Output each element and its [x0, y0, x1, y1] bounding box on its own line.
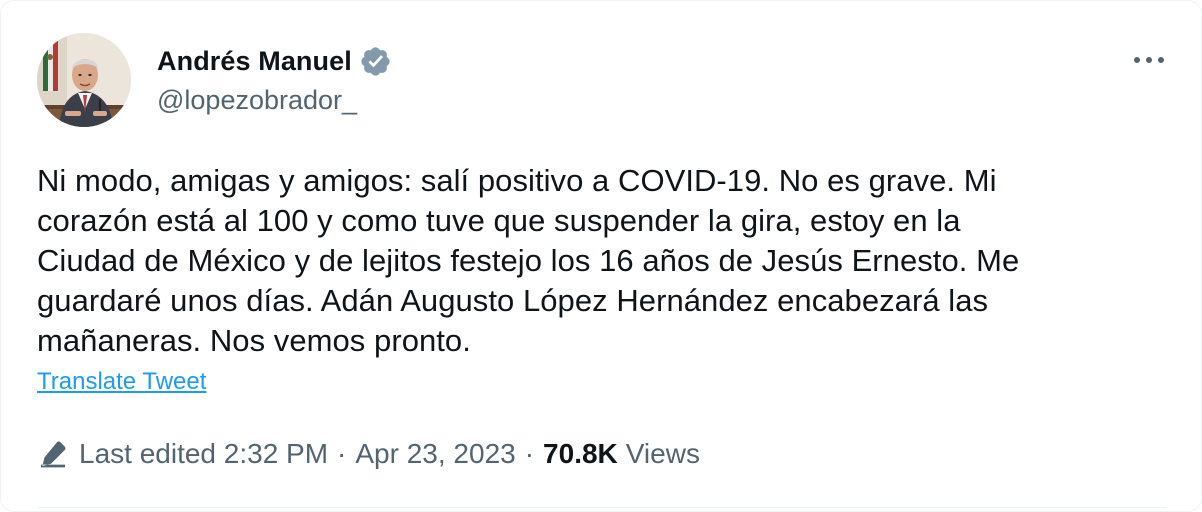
- last-edited-link[interactable]: Last edited 2:32 PM: [79, 438, 328, 470]
- tweet-card: Andrés Manuel @lopezobrador_ Ni modo, am…: [0, 0, 1202, 512]
- avatar[interactable]: [37, 33, 131, 127]
- verified-badge-icon[interactable]: [359, 45, 392, 78]
- handle[interactable]: @lopezobrador_: [157, 85, 357, 116]
- views-label: Views: [625, 438, 700, 469]
- translate-tweet-link[interactable]: Translate Tweet: [37, 368, 206, 396]
- more-horizontal-icon: [1134, 57, 1164, 63]
- tweet-meta: Last edited 2:32 PM · Apr 23, 2023 · 70.…: [37, 434, 700, 474]
- meta-separator: ·: [337, 438, 347, 469]
- divider: [37, 507, 1167, 508]
- tweet-text-line: mañaneras. Nos vemos pronto.: [37, 323, 471, 358]
- meta-separator: ·: [524, 438, 535, 469]
- tweet-text-line: Ciudad de México y de lejitos festejo lo…: [37, 243, 1020, 278]
- profile-photo-icon: [37, 33, 131, 127]
- more-options-button[interactable]: [1127, 45, 1171, 75]
- tweet-text-line: Ni modo, amigas y amigos: salí positivo …: [37, 163, 997, 198]
- tweet-text: Ni modo, amigas y amigos: salí positivo …: [37, 161, 1157, 361]
- display-name[interactable]: Andrés Manuel: [157, 46, 352, 77]
- tweet-text-line: corazón está al 100 y como tuve que susp…: [37, 203, 961, 238]
- pencil-icon[interactable]: [37, 438, 69, 470]
- views-count: 70.8K: [543, 438, 618, 469]
- author-row: Andrés Manuel: [157, 41, 392, 81]
- tweet-date[interactable]: Apr 23, 2023: [355, 438, 515, 470]
- tweet-text-line: guardaré unos días. Adán Augusto López H…: [37, 283, 989, 318]
